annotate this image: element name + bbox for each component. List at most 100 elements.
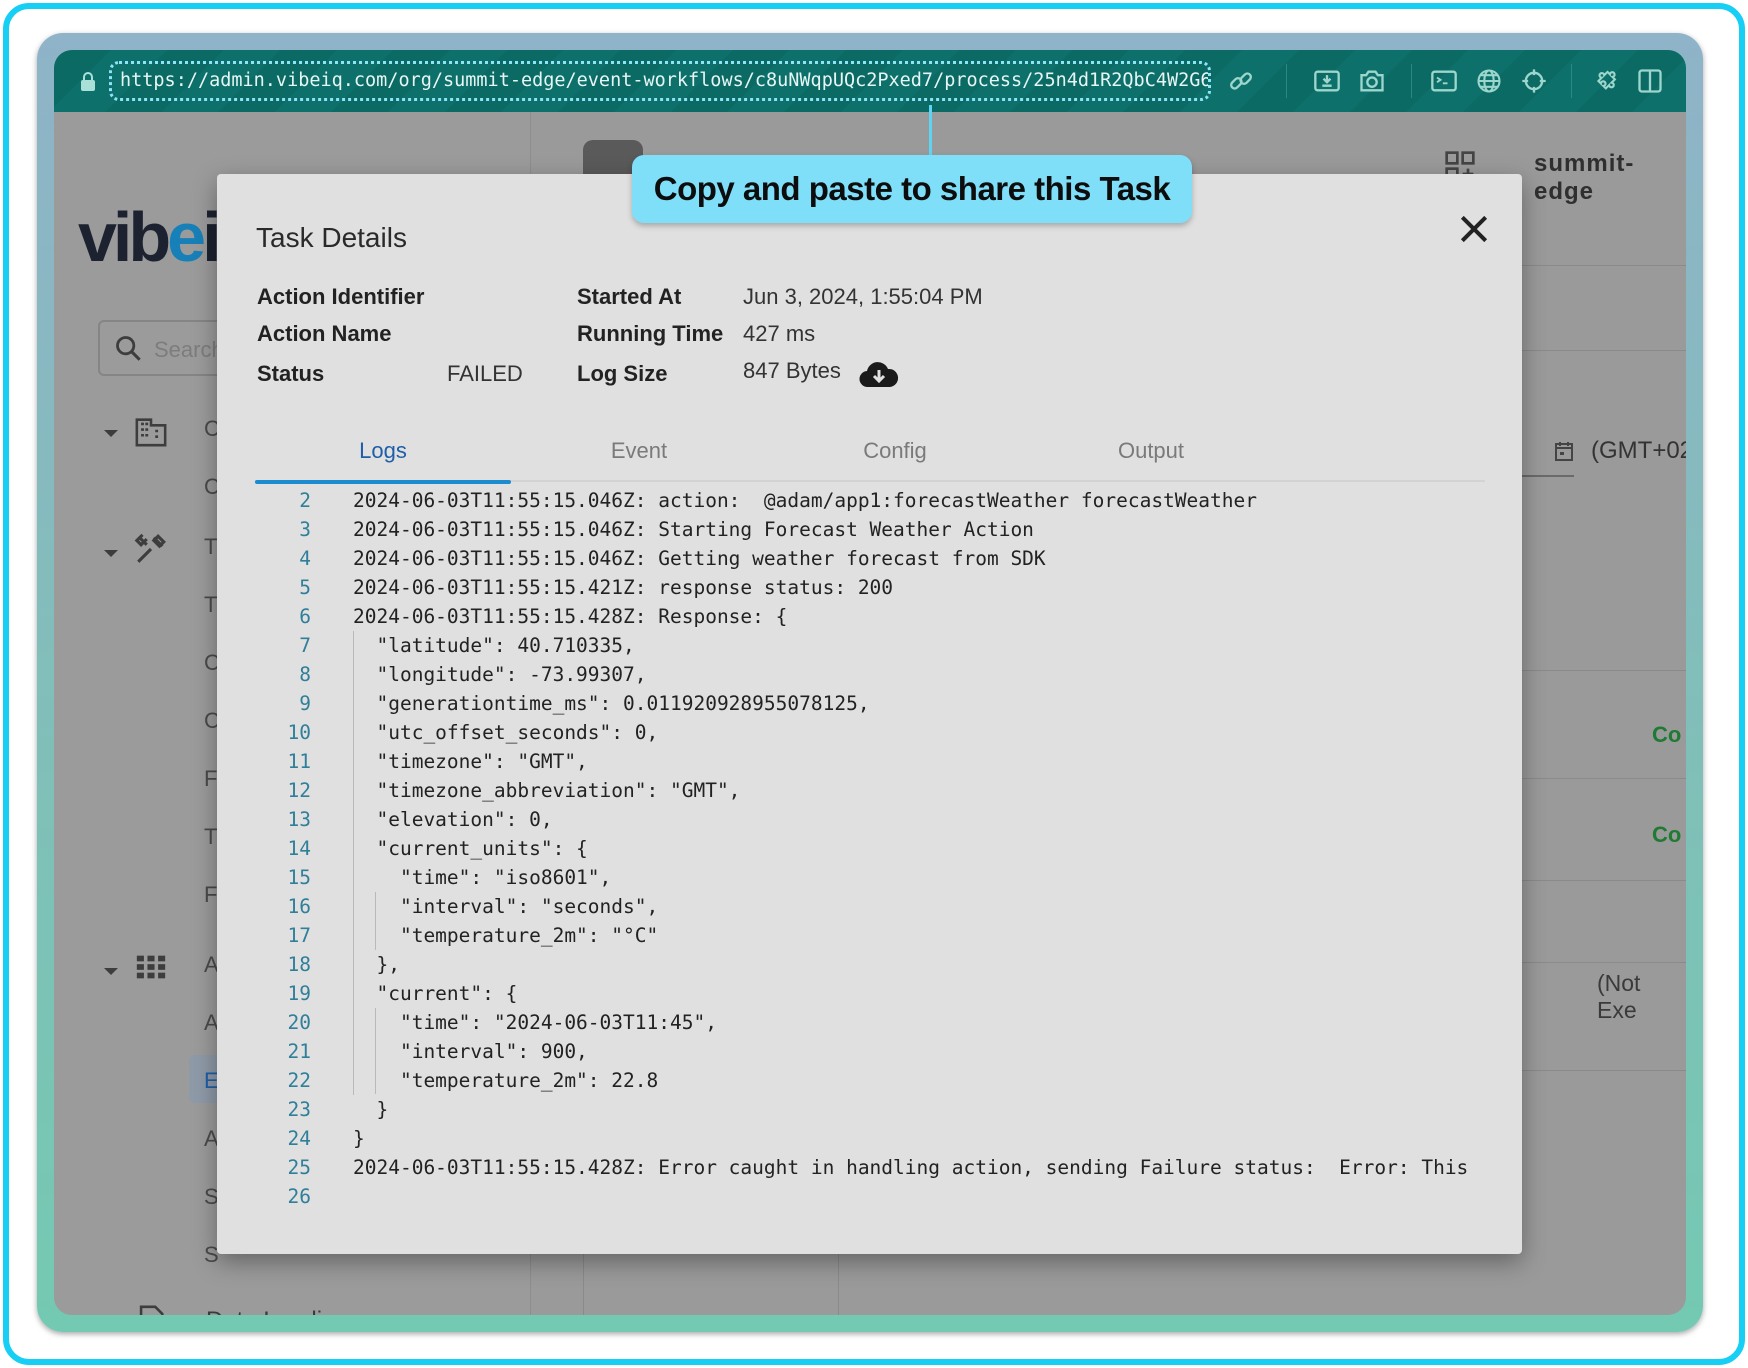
- log-line: 6 2024-06-03T11:55:15.428Z: Response: {: [255, 602, 1485, 631]
- log-line: 22 "temperature_2m": 22.8: [255, 1066, 1485, 1095]
- log-viewer[interactable]: 2 2024-06-03T11:55:15.046Z: action: @adam…: [255, 486, 1485, 1226]
- divider: [1519, 670, 1686, 671]
- running-time-label: Running Time: [577, 321, 724, 346]
- toolbar-separator: [1286, 64, 1287, 98]
- apps-grid-icon: [136, 955, 166, 979]
- tab-logs[interactable]: Logs: [255, 426, 511, 484]
- log-text: "generationtime_ms": 0.01192092895507812…: [353, 692, 870, 715]
- install-app-icon[interactable]: [1313, 67, 1341, 95]
- tab-label: Event: [610, 438, 668, 463]
- log-text: "time": "2024-06-03T11:45",: [353, 1011, 717, 1034]
- log-line: 26: [255, 1182, 1485, 1211]
- active-tab-indicator: [255, 480, 511, 484]
- action-identifier-label: Action Identifier: [257, 284, 425, 309]
- line-number: 25: [287, 1156, 311, 1179]
- log-text: "latitude": 40.710335,: [353, 634, 635, 657]
- line-number: 16: [287, 895, 311, 918]
- terminal-icon[interactable]: [1430, 67, 1458, 95]
- sidebar-item[interactable]: F: [204, 766, 217, 792]
- sidebar-item[interactable]: T: [204, 824, 217, 850]
- divider: [1519, 350, 1686, 351]
- tab-label: Output: [1117, 438, 1185, 463]
- log-line: 10 "utc_offset_seconds": 0,: [255, 718, 1485, 747]
- log-line: 2 2024-06-03T11:55:15.046Z: action: @adam…: [255, 486, 1485, 515]
- log-size-value: 847 Bytes: [743, 358, 841, 383]
- tab-label: Logs: [359, 438, 407, 463]
- log-text: "time": "iso8601",: [353, 866, 612, 889]
- status-completed: Co: [1652, 822, 1682, 847]
- toolbar-separator: [1571, 64, 1572, 98]
- line-number: 6: [299, 605, 311, 628]
- log-line: 25 2024-06-03T11:55:15.428Z: Error caught…: [255, 1153, 1485, 1182]
- line-number: 17: [287, 924, 311, 947]
- log-size-label: Log Size: [577, 361, 668, 386]
- log-text: "interval": 900,: [353, 1040, 588, 1063]
- tab-config[interactable]: Config: [767, 426, 1023, 482]
- log-line: 19 "current": {: [255, 979, 1485, 1008]
- link-icon[interactable]: [1227, 67, 1255, 95]
- log-text: "interval": "seconds",: [353, 895, 659, 918]
- share-tooltip: Copy and paste to share this Task: [632, 155, 1192, 223]
- log-line: 13 "elevation": 0,: [255, 805, 1485, 834]
- divider: [1519, 778, 1686, 779]
- line-number: 13: [287, 808, 311, 831]
- line-number: 18: [287, 953, 311, 976]
- log-line: 18 },: [255, 950, 1485, 979]
- timezone-label: (GMT+02: [1591, 437, 1686, 464]
- sidebar-item[interactable]: T: [204, 592, 217, 618]
- date-input-underline: [1514, 475, 1574, 477]
- tools-icon: [134, 533, 166, 563]
- extensions-icon[interactable]: [1591, 67, 1619, 95]
- chevron-down-icon[interactable]: [104, 550, 118, 557]
- line-number: 4: [299, 547, 311, 570]
- sidebar-item[interactable]: F: [204, 882, 217, 908]
- log-text: "utc_offset_seconds": 0,: [353, 721, 659, 744]
- log-text: "timezone_abbreviation": "GMT",: [353, 779, 741, 802]
- globe-icon[interactable]: [1475, 67, 1503, 95]
- crosshair-icon[interactable]: [1520, 67, 1548, 95]
- log-text: "timezone": "GMT",: [353, 750, 588, 773]
- org-name[interactable]: summit-edge: [1534, 150, 1686, 206]
- chevron-down-icon[interactable]: [104, 430, 118, 437]
- log-text: "temperature_2m": "°C": [353, 924, 659, 947]
- status-completed: Co: [1652, 722, 1682, 747]
- line-number: 11: [287, 750, 311, 773]
- calendar-icon[interactable]: [1554, 440, 1574, 462]
- log-line: 15 "time": "iso8601",: [255, 863, 1485, 892]
- split-view-icon[interactable]: [1636, 67, 1664, 95]
- chevron-down-icon[interactable]: [104, 968, 118, 975]
- log-text: "current_units": {: [353, 837, 588, 860]
- log-text: 2024-06-03T11:55:15.046Z: Getting weathe…: [353, 547, 1046, 570]
- task-tabs: Logs Event Config Output: [255, 426, 1485, 484]
- line-number: 19: [287, 982, 311, 1005]
- sidebar-item-data-loading[interactable]: Data Loading: [206, 1307, 349, 1315]
- line-number: 12: [287, 779, 311, 802]
- close-icon[interactable]: [1454, 209, 1494, 249]
- tab-output[interactable]: Output: [1023, 426, 1279, 482]
- line-number: 21: [287, 1040, 311, 1063]
- log-text: 2024-06-03T11:55:15.046Z: Starting Forec…: [353, 518, 1034, 541]
- tab-label: Config: [863, 438, 927, 463]
- cloud-download-icon[interactable]: [858, 360, 900, 390]
- camera-icon[interactable]: [1358, 67, 1386, 95]
- status-value: FAILED: [447, 361, 523, 386]
- log-line: 8 "longitude": -73.99307,: [255, 660, 1485, 689]
- log-text: 2024-06-03T11:55:15.428Z: Error caught i…: [353, 1156, 1478, 1179]
- vibeiq-logo: vibei: [78, 198, 222, 276]
- search-placeholder: Search: [154, 337, 224, 362]
- running-time-value: 427 ms: [743, 321, 816, 346]
- log-line: 14 "current_units": {: [255, 834, 1485, 863]
- log-line: 20 "time": "2024-06-03T11:45",: [255, 1008, 1485, 1037]
- line-number: 15: [287, 866, 311, 889]
- log-text: },: [353, 953, 400, 976]
- url-bar[interactable]: https://admin.vibeiq.com/org/summit-edge…: [109, 61, 1211, 101]
- sidebar-item[interactable]: T: [204, 534, 217, 560]
- log-text: }: [353, 1127, 365, 1150]
- line-number: 14: [287, 837, 311, 860]
- log-line: 21 "interval": 900,: [255, 1037, 1485, 1066]
- tooltip-pointer-line: [929, 105, 932, 160]
- log-text: 2024-06-03T11:55:15.046Z: action: @adam/…: [353, 489, 1257, 512]
- tab-event[interactable]: Event: [511, 426, 767, 482]
- line-number: 8: [299, 663, 311, 686]
- action-name-label: Action Name: [257, 321, 392, 346]
